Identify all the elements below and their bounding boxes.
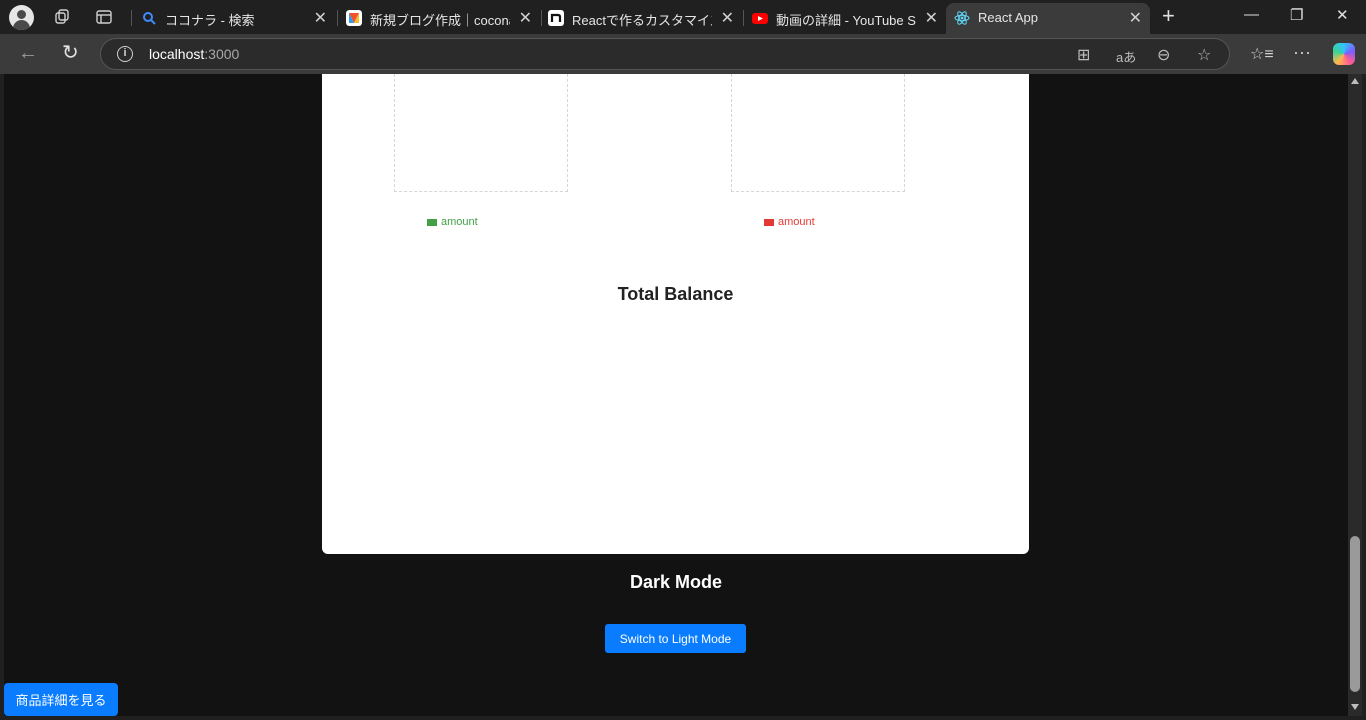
back-arrow-icon[interactable]: ← bbox=[18, 43, 38, 63]
tab-coconala-search[interactable]: ココナラ - 検索 ✕ bbox=[133, 3, 335, 34]
new-tab-icon[interactable]: + bbox=[1162, 5, 1175, 27]
scroll-up-icon[interactable] bbox=[1351, 78, 1359, 84]
more-options-icon[interactable]: ··· bbox=[1293, 42, 1311, 63]
page-scrollbar[interactable] bbox=[1348, 74, 1362, 716]
tab-strip: ココナラ - 検索 ✕ 新規ブログ作成｜coconalaブ ✕ Reactで作る… bbox=[0, 0, 1366, 34]
mode-title: Dark Mode bbox=[629, 572, 723, 592]
copilot-icon[interactable] bbox=[1333, 43, 1355, 65]
react-favicon-icon bbox=[954, 11, 970, 25]
tab-label: Reactで作るカスタマイズ可能な bbox=[572, 13, 712, 28]
note-favicon-icon bbox=[548, 10, 564, 26]
tab-label: 新規ブログ作成｜coconalaブ bbox=[370, 13, 510, 28]
address-bar[interactable]: i localhost:3000 ⊞ aあ ⊖ ☆ bbox=[100, 38, 1230, 70]
workspaces-icon[interactable] bbox=[53, 8, 71, 26]
browser-toolbar: ← ↻ i localhost:3000 ⊞ aあ ⊖ ☆ ☆≡ ··· bbox=[0, 34, 1366, 74]
vertical-tabs-icon[interactable] bbox=[95, 8, 113, 26]
tab-note-article[interactable]: Reactで作るカスタマイズ可能な ✕ bbox=[540, 3, 742, 34]
close-icon[interactable]: ✕ bbox=[519, 8, 532, 28]
site-info-icon[interactable]: i bbox=[117, 46, 133, 62]
view-product-details-button[interactable]: 商品詳細を見る bbox=[4, 683, 118, 716]
favorite-star-icon[interactable]: ☆ bbox=[1197, 45, 1211, 65]
zoom-out-icon[interactable]: ⊖ bbox=[1157, 45, 1170, 65]
legend-label: amount bbox=[778, 216, 815, 228]
switch-to-light-mode-button[interactable]: Switch to Light Mode bbox=[605, 624, 746, 653]
legend-label: amount bbox=[441, 216, 478, 228]
minimize-icon[interactable]: — bbox=[1244, 6, 1259, 23]
app-available-icon[interactable]: ⊞ bbox=[1077, 45, 1090, 65]
tab-label: React App bbox=[978, 10, 1038, 25]
window-close-icon[interactable]: ✕ bbox=[1336, 6, 1349, 24]
total-balance-title: Total Balance bbox=[617, 284, 734, 304]
search-icon bbox=[143, 12, 156, 25]
favorites-list-icon[interactable]: ☆≡ bbox=[1250, 44, 1274, 64]
expense-chart-area bbox=[731, 74, 905, 192]
legend-swatch bbox=[427, 218, 437, 226]
tab-label: ココナラ - 検索 bbox=[165, 13, 255, 28]
youtube-favicon-icon bbox=[752, 13, 768, 24]
profile-avatar-icon[interactable] bbox=[9, 5, 34, 30]
refresh-icon[interactable]: ↻ bbox=[62, 43, 79, 63]
income-chart-area bbox=[394, 74, 568, 192]
read-aloud-icon[interactable]: aあ bbox=[1116, 47, 1136, 66]
page-viewport: amount amount Total Balance Dark Mode Sw… bbox=[4, 74, 1348, 716]
expense-legend[interactable]: amount bbox=[764, 216, 815, 228]
tab-coconala-blog[interactable]: 新規ブログ作成｜coconalaブ ✕ bbox=[338, 3, 540, 34]
close-icon[interactable]: ✕ bbox=[925, 8, 938, 28]
income-legend[interactable]: amount bbox=[427, 216, 478, 228]
url-text: localhost:3000 bbox=[149, 46, 240, 62]
tab-react-app[interactable]: React App ✕ bbox=[946, 3, 1150, 34]
restore-icon[interactable]: ❐ bbox=[1290, 6, 1303, 24]
legend-swatch bbox=[764, 218, 774, 226]
tab-youtube-studio[interactable]: 動画の詳細 - YouTube Studio ✕ bbox=[744, 3, 946, 34]
coconala-favicon-icon bbox=[346, 10, 362, 26]
scrollbar-thumb[interactable] bbox=[1350, 536, 1360, 692]
scroll-down-icon[interactable] bbox=[1351, 704, 1359, 710]
close-icon[interactable]: ✕ bbox=[314, 8, 327, 28]
close-icon[interactable]: ✕ bbox=[721, 8, 734, 28]
close-icon[interactable]: ✕ bbox=[1129, 8, 1142, 28]
tab-label: 動画の詳細 - YouTube Studio bbox=[776, 13, 916, 28]
charts-card: amount amount Total Balance bbox=[322, 74, 1029, 554]
